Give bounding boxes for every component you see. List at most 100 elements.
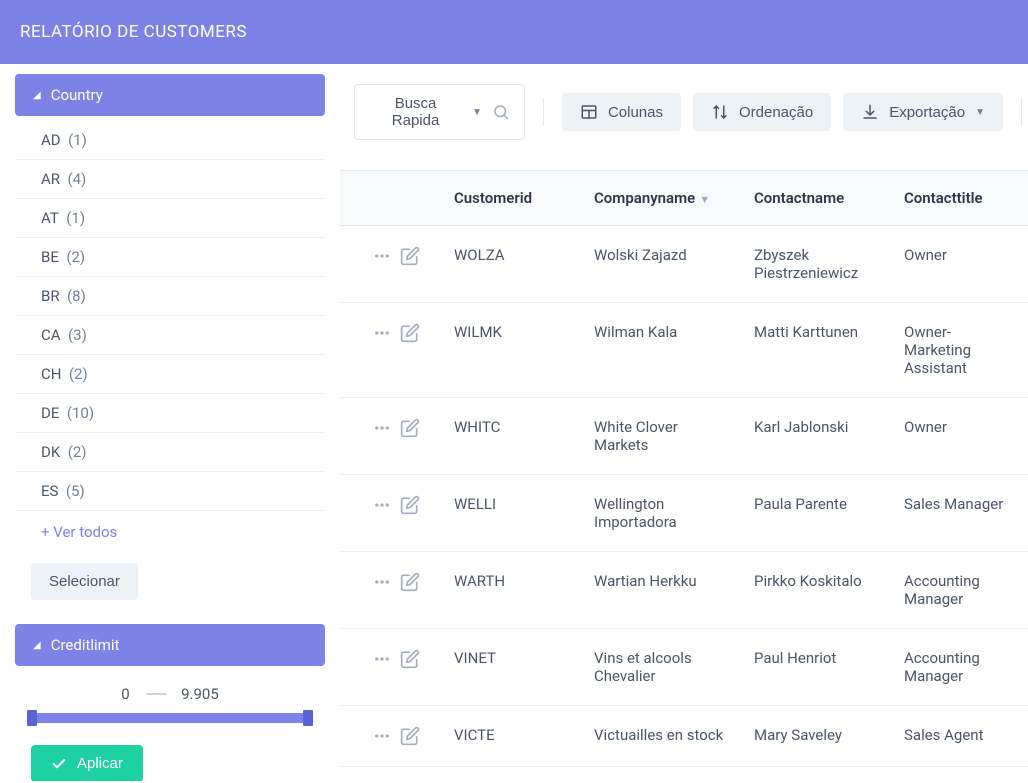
- check-icon: [51, 756, 67, 772]
- more-icon[interactable]: [371, 650, 393, 668]
- more-icon[interactable]: [371, 573, 393, 591]
- columns-icon: [580, 103, 598, 121]
- country-count: (2): [68, 443, 87, 461]
- sort-desc-icon: ▼: [699, 193, 710, 206]
- cell-contactname: Mary Saveley: [740, 706, 890, 767]
- row-actions: [340, 629, 440, 706]
- cell-companyname: Victuailles en stock: [580, 706, 740, 767]
- cell-companyname: Wartian Herkku: [580, 552, 740, 629]
- country-code: CA: [41, 326, 61, 344]
- more-icon[interactable]: [371, 247, 393, 265]
- apply-button[interactable]: Aplicar: [31, 745, 143, 781]
- filter-item-country[interactable]: BR (8): [15, 277, 325, 316]
- row-actions: [340, 398, 440, 475]
- country-count: (4): [67, 170, 86, 188]
- filter-item-country[interactable]: AD (1): [15, 121, 325, 160]
- cell-companyname: White Clover Markets: [580, 398, 740, 475]
- quick-search-button[interactable]: Busca Rapida ▼: [354, 84, 525, 140]
- edit-icon[interactable]: [400, 572, 420, 592]
- edit-icon[interactable]: [400, 649, 420, 669]
- download-icon: [861, 103, 879, 121]
- col-header-contactname[interactable]: Contactname: [740, 171, 890, 226]
- table-row: VICTEVictuailles en stockMary SaveleySal…: [340, 706, 1028, 767]
- cell-contacttitle: Sales Agent: [890, 706, 1028, 767]
- filter-label-creditlimit: Creditlimit: [51, 636, 120, 654]
- columns-button[interactable]: Colunas: [562, 93, 681, 131]
- page-title: RELATÓRIO DE CUSTOMERS: [20, 22, 247, 42]
- slider-track[interactable]: [27, 713, 313, 723]
- cell-customerid: WARTH: [440, 552, 580, 629]
- filter-group-country: ◢ Country AD (1)AR (4)AT (1)BE (2)BR (8)…: [5, 74, 335, 614]
- table-row: WOLZAWolski ZajazdZbyszek Piestrzeniewic…: [340, 226, 1028, 303]
- filter-item-country[interactable]: CA (3): [15, 316, 325, 355]
- data-table: Customerid Companyname▼ Contactname Cont…: [340, 171, 1028, 767]
- cell-contacttitle: Owner: [890, 398, 1028, 475]
- country-count: (2): [66, 248, 85, 266]
- caret-down-icon: ▼: [975, 107, 985, 118]
- filter-header-country[interactable]: ◢ Country: [15, 74, 325, 116]
- slider-thumb-min[interactable]: [27, 710, 37, 726]
- filter-group-creditlimit: ◢ Creditlimit 0 —— 9.905 Aplicar: [5, 624, 335, 781]
- row-actions: [340, 706, 440, 767]
- cell-contactname: Paul Henriot: [740, 629, 890, 706]
- cell-customerid: WHITC: [440, 398, 580, 475]
- filter-item-country[interactable]: DE (10): [15, 394, 325, 433]
- cell-contacttitle: Accounting Manager: [890, 552, 1028, 629]
- filter-item-country[interactable]: ES (5): [15, 472, 325, 511]
- slider-thumb-max[interactable]: [303, 710, 313, 726]
- toolbar: Busca Rapida ▼ Colunas Ordenação Exporta…: [340, 84, 1028, 170]
- edit-icon[interactable]: [400, 418, 420, 438]
- slider-dash-icon: ——: [146, 685, 165, 703]
- country-count: (2): [69, 365, 88, 383]
- sort-button[interactable]: Ordenação: [693, 93, 831, 131]
- cell-customerid: WELLI: [440, 475, 580, 552]
- sort-label: Ordenação: [739, 104, 813, 121]
- country-count: (8): [67, 287, 86, 305]
- creditlimit-slider: 0 —— 9.905: [5, 671, 335, 741]
- row-actions: [340, 303, 440, 398]
- triangle-down-icon: ◢: [33, 640, 41, 651]
- filter-country-select-button[interactable]: Selecionar: [31, 563, 138, 600]
- cell-customerid: VINET: [440, 629, 580, 706]
- filter-item-country[interactable]: AT (1): [15, 199, 325, 238]
- edit-icon[interactable]: [400, 246, 420, 266]
- filter-item-country[interactable]: DK (2): [15, 433, 325, 472]
- col-header-companyname[interactable]: Companyname▼: [580, 171, 740, 226]
- edit-icon[interactable]: [400, 495, 420, 515]
- quick-search-label: Busca Rapida: [369, 95, 462, 129]
- cell-customerid: WOLZA: [440, 226, 580, 303]
- row-actions: [340, 475, 440, 552]
- table-row: WELLIWellington ImportadoraPaula Parente…: [340, 475, 1028, 552]
- cell-contacttitle: Owner: [890, 226, 1028, 303]
- more-icon[interactable]: [371, 324, 393, 342]
- edit-icon[interactable]: [400, 323, 420, 343]
- cell-contactname: Karl Jablonski: [740, 398, 890, 475]
- table-row: VINETVins et alcools ChevalierPaul Henri…: [340, 629, 1028, 706]
- more-icon[interactable]: [371, 496, 393, 514]
- filter-item-country[interactable]: AR (4): [15, 160, 325, 199]
- edit-icon[interactable]: [400, 726, 420, 746]
- cell-companyname: Wellington Importadora: [580, 475, 740, 552]
- col-header-customerid[interactable]: Customerid: [440, 171, 580, 226]
- more-icon[interactable]: [371, 419, 393, 437]
- filter-item-country[interactable]: CH (2): [15, 355, 325, 394]
- cell-contactname: Pirkko Koskitalo: [740, 552, 890, 629]
- slider-min: 0: [121, 685, 129, 703]
- cell-companyname: Wilman Kala: [580, 303, 740, 398]
- country-code: AR: [41, 170, 60, 188]
- col-header-contacttitle[interactable]: Contacttitle: [890, 171, 1028, 226]
- main-content: Busca Rapida ▼ Colunas Ordenação Exporta…: [340, 64, 1028, 781]
- country-code: AD: [41, 131, 61, 149]
- data-table-wrap: Customerid Companyname▼ Contactname Cont…: [340, 170, 1028, 767]
- filter-country-more[interactable]: + Ver todos: [15, 511, 325, 553]
- filter-header-creditlimit[interactable]: ◢ Creditlimit: [15, 624, 325, 666]
- export-button[interactable]: Exportação ▼: [843, 93, 1003, 131]
- country-count: (3): [68, 326, 87, 344]
- cell-companyname: Vins et alcools Chevalier: [580, 629, 740, 706]
- table-row: WILMKWilman KalaMatti KarttunenOwner-Mar…: [340, 303, 1028, 398]
- country-code: DK: [41, 443, 60, 461]
- more-icon[interactable]: [371, 727, 393, 745]
- filter-item-country[interactable]: BE (2): [15, 238, 325, 277]
- row-actions: [340, 552, 440, 629]
- table-row: WHITCWhite Clover MarketsKarl JablonskiO…: [340, 398, 1028, 475]
